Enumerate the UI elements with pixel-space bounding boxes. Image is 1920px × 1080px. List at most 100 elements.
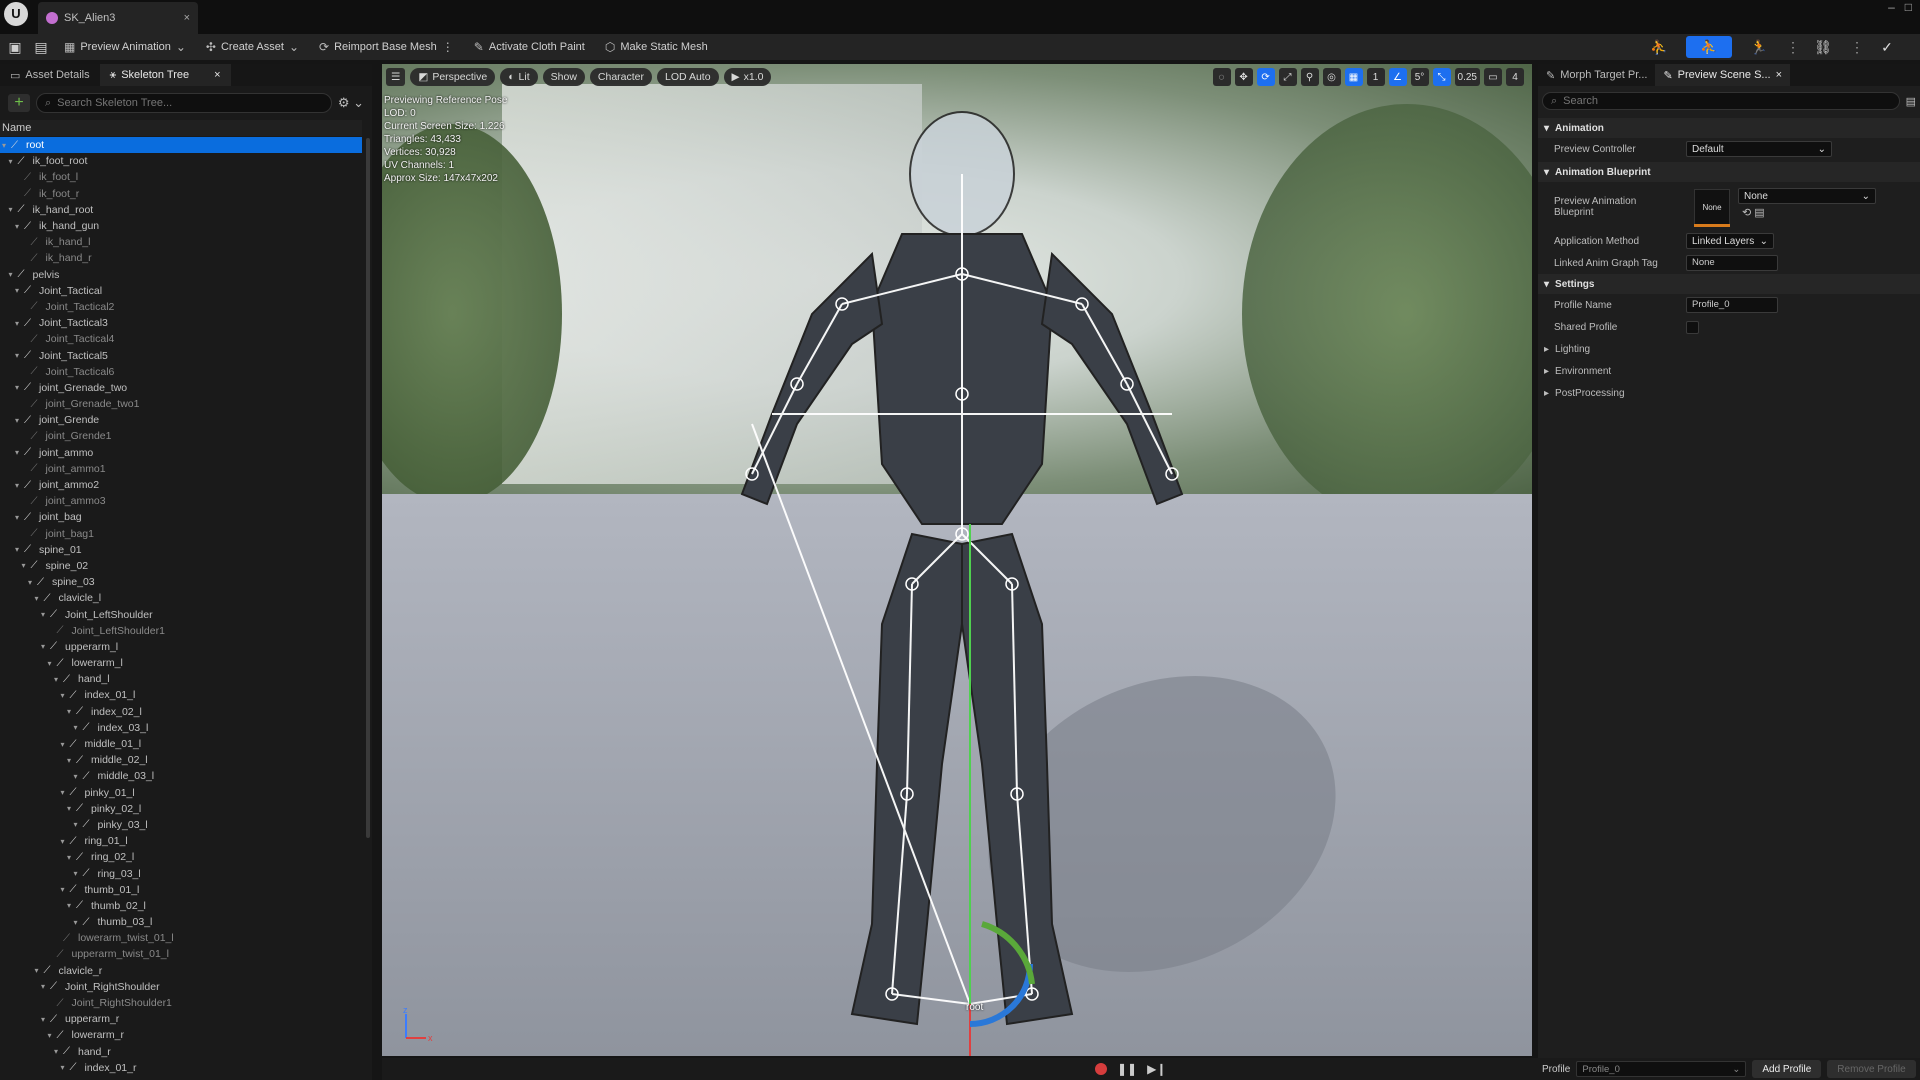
- expand-arrow-icon[interactable]: ▾: [67, 707, 76, 716]
- shared-profile-checkbox[interactable]: [1686, 320, 1699, 334]
- tree-scrollbar[interactable]: [366, 138, 370, 838]
- unreal-logo-icon[interactable]: U: [4, 2, 28, 26]
- expand-arrow-icon[interactable]: ▾: [67, 804, 76, 813]
- expand-arrow-icon[interactable]: ▾: [74, 772, 83, 781]
- tree-row[interactable]: ▾ ⟋ index_01_l: [0, 687, 362, 703]
- tree-row[interactable]: ⟋ joint_bag1: [0, 526, 362, 542]
- tree-row[interactable]: ▾ ⟋ Joint_RightShoulder: [0, 979, 362, 995]
- tree-row[interactable]: ▾ ⟋ joint_Grenade_two: [0, 380, 362, 396]
- animation-mode-icon[interactable]: 🏃: [1736, 36, 1782, 58]
- expand-arrow-icon[interactable]: ▾: [67, 901, 76, 910]
- tree-row[interactable]: ▾ ⟋ ik_hand_gun: [0, 218, 362, 234]
- expand-arrow-icon[interactable]: ▾: [41, 642, 50, 651]
- tree-row[interactable]: ▾ ⟋ pinky_03_l: [0, 817, 362, 833]
- blueprint-mode-icon[interactable]: ⛓: [1800, 36, 1846, 58]
- tree-row[interactable]: ▾ ⟋ pinky_01_l: [0, 785, 362, 801]
- tree-row[interactable]: ⟋ Joint_Tactical6: [0, 364, 362, 380]
- tree-row[interactable]: ▾ ⟋ pelvis: [0, 267, 362, 283]
- more-icon[interactable]: ⋮: [1786, 39, 1800, 56]
- tree-row[interactable]: ▾ ⟋ joint_ammo: [0, 445, 362, 461]
- expand-arrow-icon[interactable]: ▾: [67, 853, 76, 862]
- section-settings[interactable]: ▾ Settings: [1538, 274, 1920, 294]
- expand-arrow-icon[interactable]: ▾: [41, 610, 50, 619]
- tree-row[interactable]: ⟋ ik_hand_r: [0, 250, 362, 266]
- preview-controller-dropdown[interactable]: Default ⌄: [1686, 141, 1832, 157]
- tree-row[interactable]: ▾ ⟋ upperarm_r: [0, 1011, 362, 1027]
- scale-snap-value[interactable]: 0.25: [1454, 68, 1480, 86]
- settings-gear-icon[interactable]: ⚙ ⌄: [338, 95, 364, 111]
- scale-icon[interactable]: ⤢: [1278, 68, 1297, 86]
- show-button[interactable]: Show: [542, 68, 585, 86]
- profile-name-field[interactable]: Profile_0: [1686, 297, 1778, 313]
- skeleton-mode-icon[interactable]: ⛹: [1636, 36, 1682, 58]
- save-icon[interactable]: ▣: [4, 36, 26, 58]
- pause-icon[interactable]: ❚❚: [1117, 1062, 1137, 1076]
- expand-arrow-icon[interactable]: ▾: [74, 869, 83, 878]
- expand-arrow-icon[interactable]: ▾: [15, 222, 24, 231]
- expand-arrow-icon[interactable]: ▾: [61, 1063, 70, 1072]
- record-icon[interactable]: [1095, 1063, 1107, 1075]
- scale-snap-icon[interactable]: ⤡: [1432, 68, 1451, 86]
- tree-row[interactable]: ⟋ ik_foot_l: [0, 169, 362, 185]
- lod-auto-button[interactable]: LOD Auto: [657, 68, 719, 86]
- character-button[interactable]: Character: [589, 68, 653, 86]
- tree-row[interactable]: ▾ ⟋ Joint_Tactical: [0, 283, 362, 299]
- expand-arrow-icon[interactable]: ▾: [54, 675, 63, 684]
- tree-row[interactable]: ▾ ⟋ spine_01: [0, 542, 362, 558]
- expand-arrow-icon[interactable]: ▾: [35, 966, 44, 975]
- tree-row[interactable]: ⟋ joint_Grenade_two1: [0, 396, 362, 412]
- anim-blueprint-thumbnail[interactable]: None: [1694, 189, 1730, 225]
- application-method-dropdown[interactable]: Linked Layers ⌄: [1686, 233, 1774, 249]
- expand-arrow-icon[interactable]: ▾: [74, 820, 83, 829]
- expand-arrow-icon[interactable]: ▾: [28, 578, 37, 587]
- step-forward-icon[interactable]: ▶❙: [1147, 1062, 1166, 1076]
- tree-row[interactable]: ▾ ⟋ middle_01_l: [0, 736, 362, 752]
- skeleton-search-input[interactable]: [57, 97, 298, 109]
- activate-cloth-paint-button[interactable]: ✎ Activate Cloth Paint: [466, 36, 593, 58]
- expand-arrow-icon[interactable]: ▾: [61, 885, 70, 894]
- tree-row[interactable]: ▾ ⟋ index_02_l: [0, 704, 362, 720]
- close-tab-icon[interactable]: ×: [214, 69, 220, 81]
- tree-row[interactable]: ▾ ⟋ clavicle_r: [0, 963, 362, 979]
- tree-row[interactable]: ⟋ Joint_RightShoulder1: [0, 995, 362, 1011]
- tree-row[interactable]: ▾ ⟋ index_03_l: [0, 720, 362, 736]
- expand-arrow-icon[interactable]: ▾: [15, 481, 24, 490]
- expand-arrow-icon[interactable]: ▾: [15, 286, 24, 295]
- expand-arrow-icon[interactable]: ▾: [48, 1031, 57, 1040]
- expand-arrow-icon[interactable]: ▾: [15, 383, 24, 392]
- rotation-snap-value[interactable]: 5°: [1410, 68, 1429, 86]
- expand-arrow-icon[interactable]: ▾: [15, 416, 24, 425]
- tree-row[interactable]: ▾ ⟋ root: [0, 137, 362, 154]
- expand-arrow-icon[interactable]: ▾: [61, 788, 70, 797]
- details-search-box[interactable]: ⌕: [1542, 92, 1900, 110]
- expand-arrow-icon[interactable]: ▾: [67, 756, 76, 765]
- tree-row[interactable]: ▾ ⟋ hand_r: [0, 1044, 362, 1060]
- camera-speed-value[interactable]: 4: [1506, 68, 1524, 86]
- anim-blueprint-dropdown[interactable]: None ⌄: [1738, 188, 1876, 204]
- more-options-icon[interactable]: ⋮: [442, 40, 454, 54]
- tree-row[interactable]: ▾ ⟋ joint_bag: [0, 509, 362, 525]
- expand-arrow-icon[interactable]: ▾: [48, 659, 57, 668]
- rotation-snap-icon[interactable]: ∠: [1388, 68, 1407, 86]
- tree-row[interactable]: ▾ ⟋ Joint_LeftShoulder: [0, 606, 362, 622]
- expand-arrow-icon[interactable]: ▾: [35, 594, 44, 603]
- playback-speed-button[interactable]: ▶ x1.0: [723, 68, 772, 86]
- close-tab-icon[interactable]: ×: [184, 12, 190, 24]
- tree-row[interactable]: ▾ ⟋ upperarm_l: [0, 639, 362, 655]
- tree-row[interactable]: ⟋ joint_ammo1: [0, 461, 362, 477]
- expand-arrow-icon[interactable]: ▾: [15, 513, 24, 522]
- tree-row[interactable]: ⟋ joint_Grende1: [0, 428, 362, 444]
- view-options-icon[interactable]: ▤: [1906, 95, 1916, 108]
- tree-row[interactable]: ▾ ⟋ hand_l: [0, 671, 362, 687]
- more-icon[interactable]: ⋮: [1850, 39, 1864, 56]
- add-profile-button[interactable]: Add Profile: [1752, 1060, 1822, 1078]
- reimport-base-mesh-button[interactable]: ⟳ Reimport Base Mesh ⋮: [311, 36, 462, 58]
- tree-row[interactable]: ▾ ⟋ spine_02: [0, 558, 362, 574]
- tree-row[interactable]: ▾ ⟋ lowerarm_r: [0, 1027, 362, 1043]
- bone-select-icon[interactable]: ⚲: [1300, 68, 1319, 86]
- subsection-postprocessing[interactable]: ▸ PostProcessing: [1538, 382, 1920, 404]
- section-animation-blueprint[interactable]: ▾ Animation Blueprint: [1538, 162, 1920, 182]
- perspective-button[interactable]: ◩ Perspective: [410, 68, 496, 86]
- create-asset-button[interactable]: ✣ Create Asset ⌄: [198, 36, 307, 58]
- subsection-environment[interactable]: ▸ Environment: [1538, 360, 1920, 382]
